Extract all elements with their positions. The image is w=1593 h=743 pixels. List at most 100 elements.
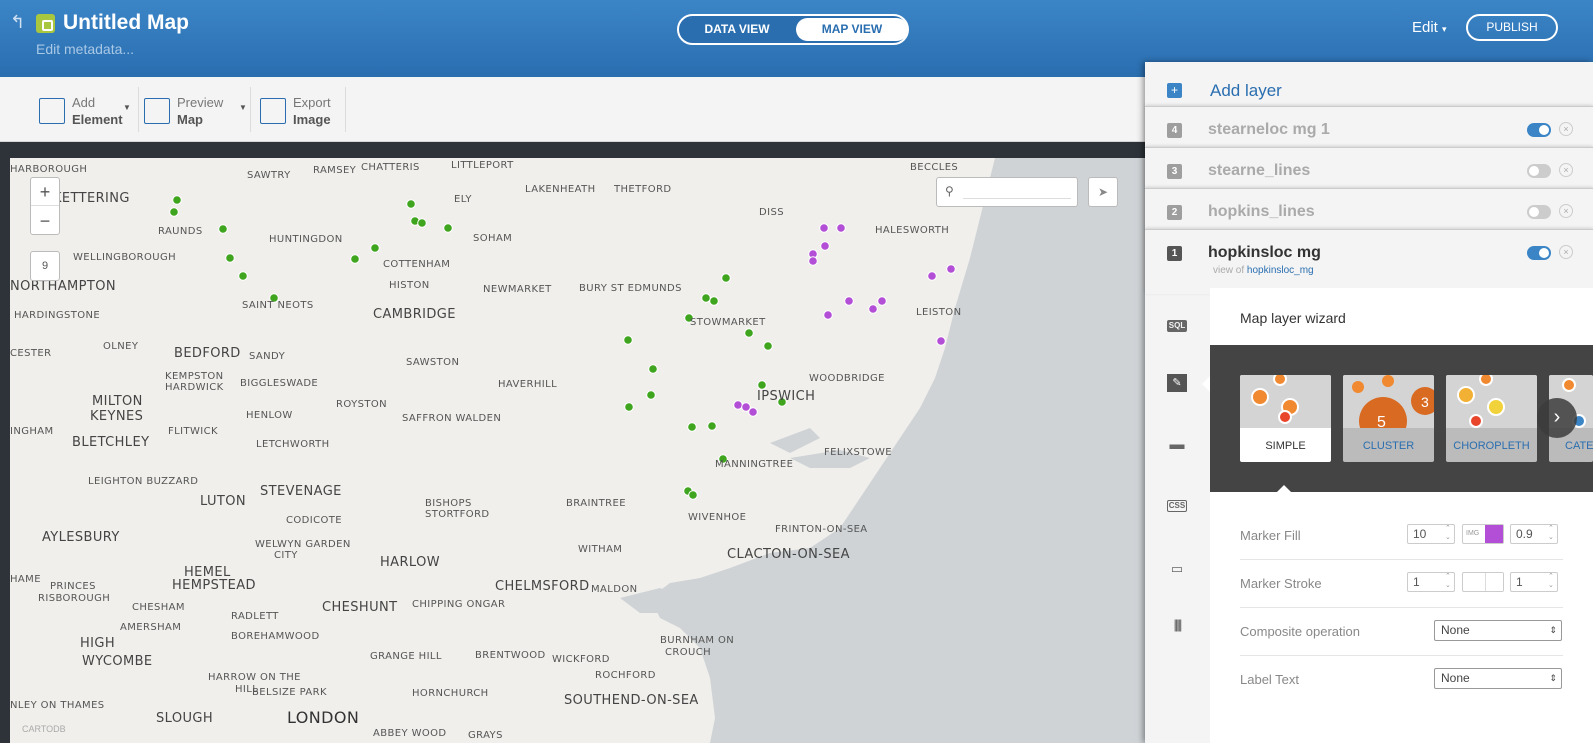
map-canvas[interactable]: HARBOROUGH SAWTRY RAMSEY CHATTERIS LITTLEPOR…	[10, 158, 1145, 743]
map-point[interactable]	[370, 243, 380, 253]
map-view-button[interactable]: MAP VIEW	[796, 18, 908, 41]
filters-tab[interactable]: |||||	[1167, 616, 1187, 634]
map-point[interactable]	[823, 310, 833, 320]
map-point[interactable]	[169, 207, 179, 217]
place-label: ROCHFORD	[595, 670, 656, 681]
label-text-select[interactable]: None	[1434, 668, 1562, 689]
chevron-right-icon[interactable]: ›	[1537, 398, 1577, 438]
viz-type-choropleth[interactable]: CHOROPLETH	[1446, 375, 1537, 462]
map-point[interactable]	[701, 293, 711, 303]
map-point[interactable]	[868, 304, 878, 314]
map-point[interactable]	[936, 336, 946, 346]
map-point[interactable]	[624, 402, 634, 412]
chevron-down-icon[interactable]: ▼	[239, 103, 247, 112]
export-image-icon	[260, 98, 286, 124]
layer-name[interactable]: hopkins_lines	[1208, 203, 1315, 221]
map-point[interactable]	[709, 296, 719, 306]
map-point[interactable]	[646, 390, 656, 400]
map-point[interactable]	[946, 264, 956, 274]
publish-button[interactable]: PUBLISH	[1466, 14, 1558, 41]
map-point[interactable]	[733, 400, 743, 410]
add-element-button[interactable]: Add Element ▼	[39, 94, 134, 128]
viz-type-simple[interactable]: SIMPLE	[1240, 375, 1331, 462]
map-point[interactable]	[350, 254, 360, 264]
share-location-button[interactable]: ➤	[1088, 177, 1118, 207]
map-point[interactable]	[744, 328, 754, 338]
map-point[interactable]	[748, 407, 758, 417]
legend-tab[interactable]: ▭	[1167, 560, 1187, 578]
back-arrow-icon[interactable]: ↰	[10, 12, 25, 33]
layer-item-stearneloc-mg-1[interactable]: 4 stearneloc mg 1 ×	[1145, 106, 1593, 147]
map-point[interactable]	[238, 271, 248, 281]
layer-name[interactable]: stearne_lines	[1208, 162, 1310, 180]
map-point[interactable]	[417, 218, 427, 228]
stroke-opacity-stepper[interactable]: 1	[1510, 572, 1558, 592]
infowindow-tab[interactable]: ▬	[1167, 436, 1187, 454]
close-icon[interactable]: ×	[1559, 245, 1573, 259]
place-label: OLNEY	[103, 341, 139, 352]
close-icon[interactable]: ×	[1559, 204, 1573, 218]
composite-operation-label: Composite operation	[1240, 624, 1360, 639]
map-point[interactable]	[820, 241, 830, 251]
lock-icon[interactable]	[36, 14, 55, 33]
data-view-button[interactable]: DATA VIEW	[681, 18, 793, 41]
chevron-down-icon[interactable]: ▼	[123, 103, 131, 112]
map-point[interactable]	[819, 223, 829, 233]
zoom-in-button[interactable]: +	[31, 178, 59, 206]
stroke-color-picker[interactable]	[1462, 572, 1504, 592]
css-tab[interactable]: CSS	[1167, 500, 1187, 512]
map-point[interactable]	[687, 422, 697, 432]
viz-type-cluster[interactable]: 5 3 CLUSTER	[1343, 375, 1434, 462]
map-point[interactable]	[877, 296, 887, 306]
layer-visibility-toggle[interactable]	[1527, 205, 1551, 219]
viz-label: CLUSTER	[1362, 440, 1415, 452]
edit-menu[interactable]: Edit ▾	[1412, 19, 1447, 36]
layer-item-hopkins-lines[interactable]: 2 hopkins_lines ×	[1145, 188, 1593, 229]
layer-name[interactable]: hopkinsloc mg	[1208, 244, 1321, 262]
sql-tab[interactable]: SQL	[1167, 320, 1187, 332]
marker-size-stepper[interactable]: 10	[1407, 524, 1455, 544]
map-title[interactable]: Untitled Map	[63, 11, 189, 35]
layer-source-link[interactable]: hopkinsloc_mg	[1247, 265, 1314, 276]
layer-item-stearne-lines[interactable]: 3 stearne_lines ×	[1145, 147, 1593, 188]
map-point[interactable]	[836, 223, 846, 233]
marker-fill-color-picker[interactable]: IMG	[1462, 524, 1504, 544]
map-point[interactable]	[707, 421, 717, 431]
map-point[interactable]	[172, 195, 182, 205]
place-label: CHATTERIS	[361, 162, 420, 173]
layer-name[interactable]: stearneloc mg 1	[1208, 121, 1330, 139]
map-search-input[interactable]	[963, 185, 1071, 199]
map-point[interactable]	[623, 335, 633, 345]
map-point[interactable]	[927, 271, 937, 281]
marker-fill-row: Marker Fill 10 IMG 0.9	[1240, 512, 1563, 560]
wizard-tab[interactable]: ✎	[1167, 374, 1187, 392]
stroke-width-stepper[interactable]: 1	[1407, 572, 1455, 592]
place-label: SOHAM	[473, 233, 513, 244]
edit-metadata-link[interactable]: Edit metadata...	[36, 41, 134, 57]
close-icon[interactable]: ×	[1559, 163, 1573, 177]
preview-map-button[interactable]: Preview Map ▼	[144, 94, 247, 128]
map-point[interactable]	[757, 380, 767, 390]
map-point[interactable]	[225, 253, 235, 263]
map-point[interactable]	[406, 199, 416, 209]
viz-label: CHOROPLETH	[1453, 440, 1530, 452]
map-point[interactable]	[721, 273, 731, 283]
map-point[interactable]	[844, 296, 854, 306]
layer-visibility-toggle[interactable]	[1527, 164, 1551, 178]
marker-fill-opacity-stepper[interactable]: 0.9	[1510, 524, 1558, 544]
layer-visibility-toggle[interactable]	[1527, 123, 1551, 137]
composite-operation-select[interactable]: None	[1434, 620, 1562, 641]
map-point[interactable]	[218, 224, 228, 234]
add-layer-button[interactable]: + Add layer	[1145, 62, 1593, 106]
place-label: LONDON	[287, 708, 360, 727]
map-point[interactable]	[808, 256, 818, 266]
map-point[interactable]	[648, 364, 658, 374]
layer-visibility-toggle[interactable]	[1527, 246, 1551, 260]
map-point[interactable]	[688, 490, 698, 500]
zoom-out-button[interactable]: −	[31, 207, 59, 235]
map-point[interactable]	[443, 223, 453, 233]
export-image-button[interactable]: Export Image	[260, 94, 340, 128]
layer-item-hopkinsloc-mg[interactable]: 1 hopkinsloc mg view of hopkinsloc_mg ×	[1145, 229, 1593, 294]
map-point[interactable]	[763, 341, 773, 351]
close-icon[interactable]: ×	[1559, 122, 1573, 136]
